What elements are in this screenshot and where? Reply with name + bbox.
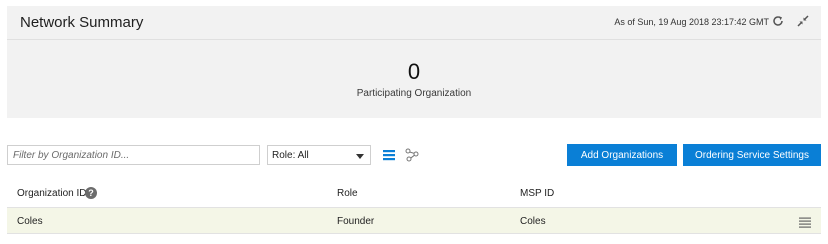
cell-role: Founder xyxy=(337,216,375,227)
organization-filter-input[interactable] xyxy=(7,145,260,165)
network-summary-panel: Network Summary As of Sun, 19 Aug 2018 2… xyxy=(7,6,821,118)
role-filter-select[interactable]: Role: All xyxy=(267,145,371,165)
column-header-organization-id[interactable]: Organization ID xyxy=(17,188,86,199)
cell-organization-id: Coles xyxy=(17,216,43,227)
help-icon[interactable]: ? xyxy=(85,187,97,199)
collapse-icon[interactable] xyxy=(796,14,810,28)
add-organizations-button[interactable]: Add Organizations xyxy=(567,144,677,166)
ordering-service-settings-button[interactable]: Ordering Service Settings xyxy=(683,144,821,166)
graph-view-icon[interactable] xyxy=(405,148,419,162)
page-title: Network Summary xyxy=(20,14,144,31)
participating-count: 0 xyxy=(407,59,421,84)
column-header-role[interactable]: Role xyxy=(337,188,358,199)
list-view-icon[interactable] xyxy=(382,148,396,162)
refresh-icon[interactable] xyxy=(771,14,785,28)
as-of-timestamp: As of Sun, 19 Aug 2018 23:17:42 GMT xyxy=(614,17,769,27)
chevron-down-icon xyxy=(356,154,364,159)
row-menu-icon[interactable] xyxy=(799,215,811,228)
table-row[interactable]: Coles Founder Coles xyxy=(7,208,821,234)
summary-header: Network Summary As of Sun, 19 Aug 2018 2… xyxy=(7,6,821,40)
role-filter-value: Role: All xyxy=(272,150,309,161)
column-header-msp-id[interactable]: MSP ID xyxy=(520,188,554,199)
participating-count-label: Participating Organization xyxy=(356,88,472,99)
cell-msp-id: Coles xyxy=(520,216,546,227)
